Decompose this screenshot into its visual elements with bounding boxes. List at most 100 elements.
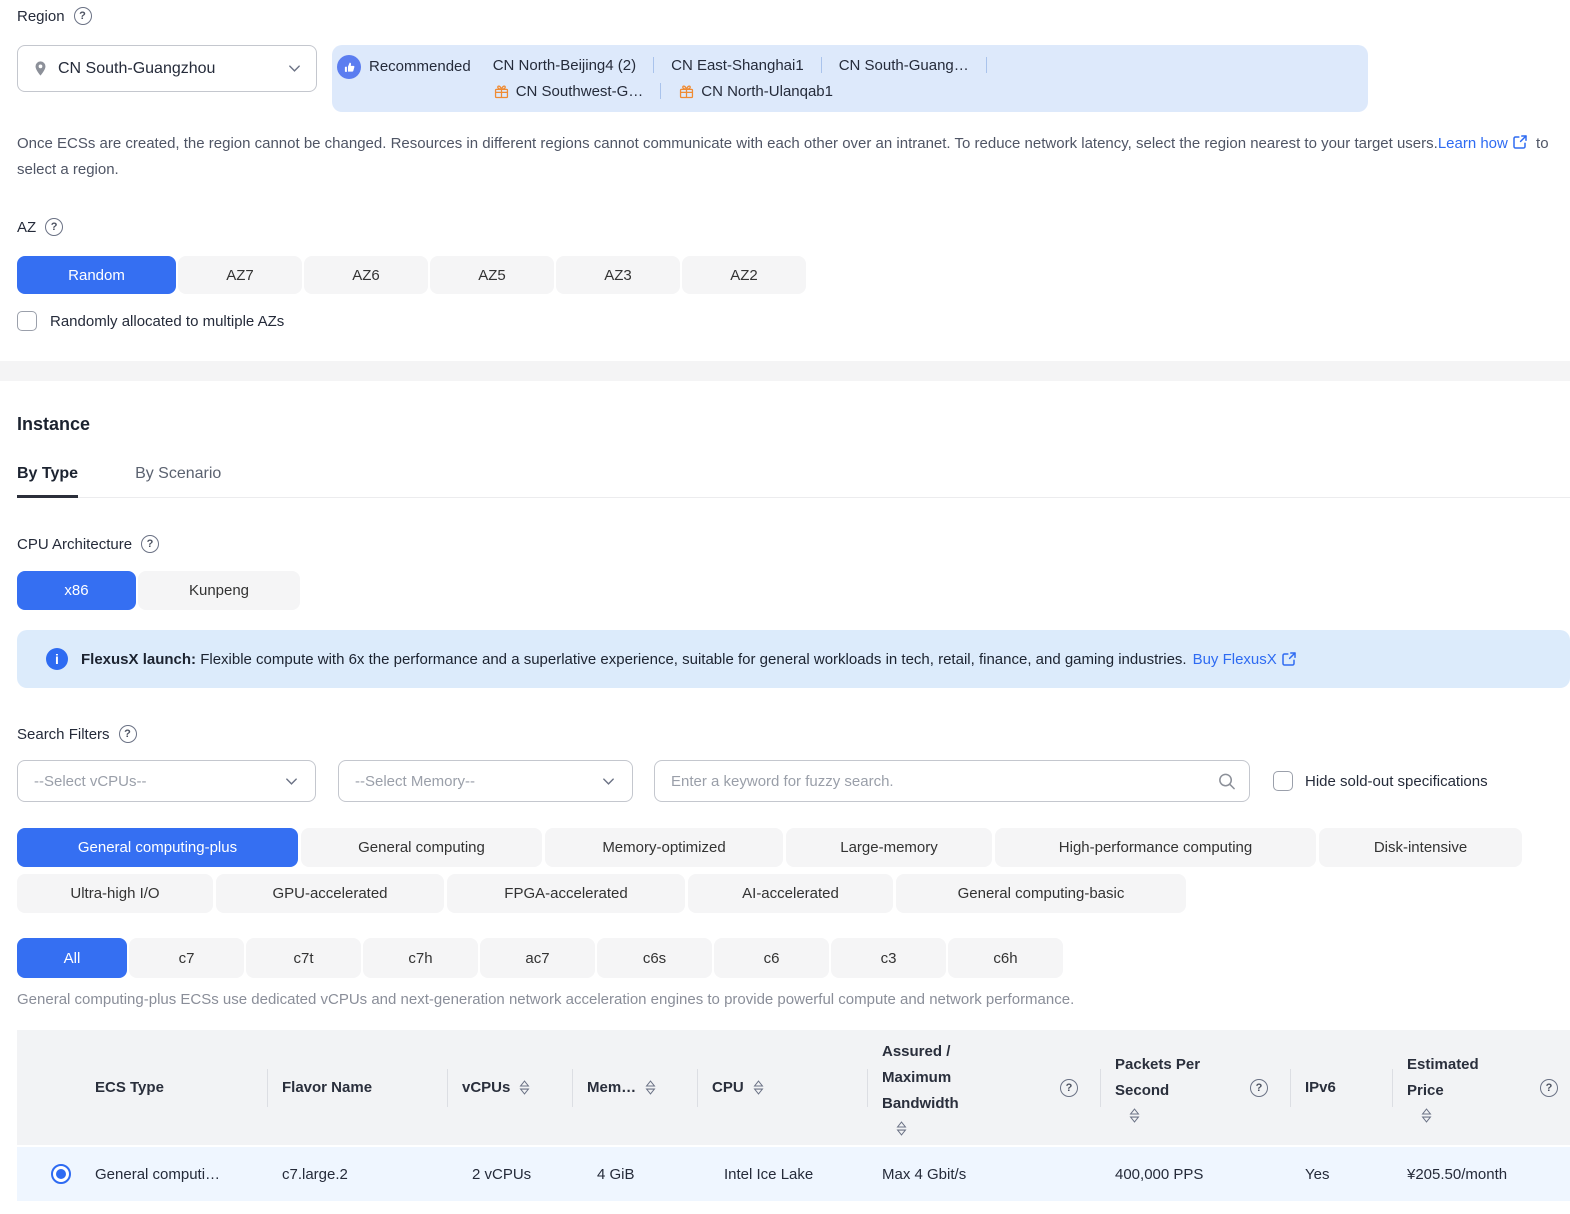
separator — [986, 57, 987, 73]
arch-option-x86[interactable]: x86 — [17, 571, 136, 610]
row-bandwidth: Max 4 Gbit/s — [867, 1147, 1100, 1201]
recommended-region-link[interactable]: CN Southwest-G… — [493, 83, 644, 100]
row-radio-selected[interactable] — [51, 1164, 71, 1184]
hide-soldout-label: Hide sold-out specifications — [1305, 773, 1488, 790]
sort-icon[interactable] — [896, 1120, 959, 1137]
header-bandwidth: Assured / Maximum Bandwidth — [867, 1030, 1100, 1145]
sort-icon[interactable] — [519, 1079, 530, 1096]
region-help-icon[interactable] — [74, 7, 92, 25]
category-ai-accelerated[interactable]: AI-accelerated — [688, 874, 893, 913]
row-ecs-type: General computi… — [77, 1147, 267, 1201]
cpu-arch-label: CPU Architecture — [17, 536, 132, 553]
separator — [821, 57, 822, 73]
search-filters-help-icon[interactable] — [119, 725, 137, 743]
category-disk-intensive[interactable]: Disk-intensive — [1319, 828, 1522, 867]
thumbs-up-icon — [337, 55, 361, 79]
cpu-arch-help-icon[interactable] — [141, 535, 159, 553]
family-c6h[interactable]: c6h — [948, 938, 1063, 978]
region-note: Once ECSs are created, the region cannot… — [17, 131, 1570, 183]
separator — [653, 57, 654, 73]
az-option-az6[interactable]: AZ6 — [304, 256, 428, 294]
tab-by-type[interactable]: By Type — [17, 465, 78, 497]
region-select-value: CN South-Guangzhou — [58, 60, 278, 78]
header-cpu: CPU — [697, 1030, 867, 1145]
category-ultra-high-io[interactable]: Ultra-high I/O — [17, 874, 213, 913]
recommended-region-link[interactable]: CN North-Beijing4 (2) — [493, 57, 636, 74]
price-help-icon[interactable] — [1540, 1079, 1558, 1097]
arch-option-kunpeng[interactable]: Kunpeng — [138, 571, 300, 610]
instance-tabs: By Type By Scenario — [17, 465, 1570, 498]
header-radio-col — [17, 1030, 77, 1145]
table-row[interactable]: General computi… c7.large.2 2 vCPUs 4 Gi… — [17, 1145, 1570, 1201]
row-radio-cell — [17, 1147, 77, 1201]
vcpus-select-placeholder: --Select vCPUs-- — [34, 773, 284, 790]
family-c7t[interactable]: c7t — [246, 938, 361, 978]
keyword-search-input[interactable] — [654, 760, 1250, 802]
recommended-regions-panel: Recommended CN North-Beijing4 (2) CN Eas… — [332, 45, 1368, 112]
category-row-2: Ultra-high I/O GPU-accelerated FPGA-acce… — [17, 874, 1570, 913]
family-c7h[interactable]: c7h — [363, 938, 478, 978]
row-ipv6: Yes — [1290, 1147, 1392, 1201]
sort-icon[interactable] — [1129, 1107, 1200, 1124]
az-help-icon[interactable] — [45, 218, 63, 236]
gift-icon — [493, 83, 510, 100]
category-general-computing[interactable]: General computing — [301, 828, 542, 867]
multi-az-checkbox-row: Randomly allocated to multiple AZs — [17, 311, 1570, 331]
az-option-az2[interactable]: AZ2 — [682, 256, 806, 294]
vcpus-select[interactable]: --Select vCPUs-- — [17, 760, 316, 802]
search-filters-row: --Select vCPUs-- --Select Memory-- Hide … — [17, 760, 1570, 802]
category-high-performance-computing[interactable]: High-performance computing — [995, 828, 1316, 867]
category-row-1: General computing-plus General computing… — [17, 828, 1570, 867]
az-label-row: AZ — [17, 218, 1570, 236]
region-label-row: Region — [17, 7, 1570, 25]
banner-body-text: Flexible compute with 6x the performance… — [196, 651, 1187, 668]
category-fpga-accelerated[interactable]: FPGA-accelerated — [447, 874, 685, 913]
category-general-computing-plus[interactable]: General computing-plus — [17, 828, 298, 867]
pps-help-icon[interactable] — [1250, 1079, 1268, 1097]
header-vcpus-label: vCPUs — [462, 1079, 510, 1096]
category-gpu-accelerated[interactable]: GPU-accelerated — [216, 874, 444, 913]
recommended-row-2: CN Southwest-G… CN North-Ulanqab1 — [493, 78, 1004, 104]
header-pps: Packets Per Second — [1100, 1030, 1290, 1145]
flexusx-banner: FlexusX launch: Flexible compute with 6x… — [17, 630, 1570, 688]
category-large-memory[interactable]: Large-memory — [786, 828, 992, 867]
family-c6[interactable]: c6 — [714, 938, 829, 978]
az-option-az3[interactable]: AZ3 — [556, 256, 680, 294]
header-memory-label: Mem… — [587, 1079, 636, 1096]
header-bandwidth-line3: Bandwidth — [882, 1091, 959, 1117]
family-c7[interactable]: c7 — [129, 938, 244, 978]
tab-by-scenario[interactable]: By Scenario — [135, 465, 221, 497]
recommended-region-link[interactable]: CN South-Guang… — [839, 57, 969, 74]
header-price: Estimated Price — [1392, 1030, 1570, 1145]
region-select[interactable]: CN South-Guangzhou — [17, 45, 317, 92]
row-flavor-name: c7.large.2 — [267, 1147, 447, 1201]
multi-az-label: Randomly allocated to multiple AZs — [50, 313, 284, 330]
sort-icon[interactable] — [1421, 1107, 1479, 1124]
banner-text: FlexusX launch: Flexible compute with 6x… — [81, 651, 1187, 668]
category-memory-optimized[interactable]: Memory-optimized — [545, 828, 783, 867]
az-option-random[interactable]: Random — [17, 256, 176, 294]
memory-select[interactable]: --Select Memory-- — [338, 760, 633, 802]
chevron-down-icon — [601, 774, 616, 789]
hide-soldout-checkbox[interactable] — [1273, 771, 1293, 791]
sort-icon[interactable] — [753, 1079, 764, 1096]
az-option-az7[interactable]: AZ7 — [178, 256, 302, 294]
sort-icon[interactable] — [645, 1079, 656, 1096]
multi-az-checkbox[interactable] — [17, 311, 37, 331]
family-all[interactable]: All — [17, 938, 127, 978]
recommended-region-link[interactable]: CN North-Ulanqab1 — [678, 83, 833, 100]
chevron-down-icon — [287, 61, 302, 76]
learn-how-link[interactable]: Learn how — [1438, 135, 1508, 152]
row-vcpus: 2 vCPUs — [447, 1147, 572, 1201]
az-option-az5[interactable]: AZ5 — [430, 256, 554, 294]
category-general-computing-basic[interactable]: General computing-basic — [896, 874, 1186, 913]
search-icon[interactable] — [1217, 772, 1236, 791]
search-filters-label: Search Filters — [17, 726, 110, 743]
recommended-region-link[interactable]: CN East-Shanghai1 — [671, 57, 804, 74]
separator — [660, 83, 661, 99]
buy-flexusx-link[interactable]: Buy FlexusX — [1193, 651, 1277, 668]
bandwidth-help-icon[interactable] — [1060, 1079, 1078, 1097]
family-c6s[interactable]: c6s — [597, 938, 712, 978]
family-c3[interactable]: c3 — [831, 938, 946, 978]
family-ac7[interactable]: ac7 — [480, 938, 595, 978]
